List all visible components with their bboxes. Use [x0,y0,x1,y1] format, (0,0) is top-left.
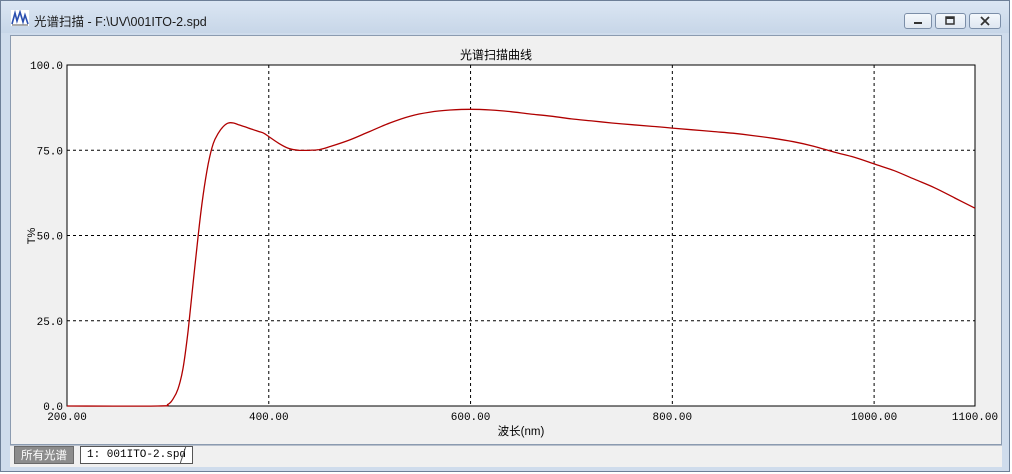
spectrum-tab-bar: 所有光谱 1: 001ITO-2.spd [10,445,1002,467]
restore-icon [945,16,955,25]
x-tick-label: 400.00 [249,412,289,424]
chart-area: 光谱扫描曲线 200.00 400.00 600.00 800.00 1000.00 11… [10,35,1002,445]
plot-area [66,64,976,407]
spectrum-app-icon [11,10,29,26]
close-button[interactable] [969,13,1001,29]
chart-title: 光谱扫描曲线 [460,48,532,62]
window-title: 光谱扫描 - F:\UV\001ITO-2.spd [34,15,207,29]
y-tick-label: 100.0 [30,61,63,73]
y-tick-label: 75.0 [37,146,63,158]
spectrum-scan-window: 光谱扫描 - F:\UV\001ITO-2.spd 光谱扫描曲线 200.00 4… [0,0,1010,472]
y-tick-label: 0.0 [43,402,63,414]
y-tick-label: 25.0 [37,317,63,329]
y-tick-label: 50.0 [37,232,63,244]
x-tick-label: 800.00 [653,412,693,424]
title-bar[interactable]: 光谱扫描 - F:\UV\001ITO-2.spd [1,1,1009,33]
tab-end-icon [180,446,187,464]
tab-file-001ito-2[interactable]: 1: 001ITO-2.spd [80,446,194,464]
minimize-button[interactable] [904,13,932,29]
x-tick-label: 600.00 [451,412,491,424]
spectrum-chart[interactable]: 光谱扫描曲线 200.00 400.00 600.00 800.00 1000.00 11… [11,36,1001,444]
x-tick-label: 1000.00 [851,412,897,424]
minimize-icon [914,22,922,24]
tab-all-spectra[interactable]: 所有光谱 [14,446,74,464]
restore-button[interactable] [935,13,966,29]
y-axis-label: T% [26,228,38,245]
close-icon [980,16,990,26]
x-axis-label: 波长(nm) [498,425,545,438]
x-tick-label: 1100.00 [952,412,998,424]
